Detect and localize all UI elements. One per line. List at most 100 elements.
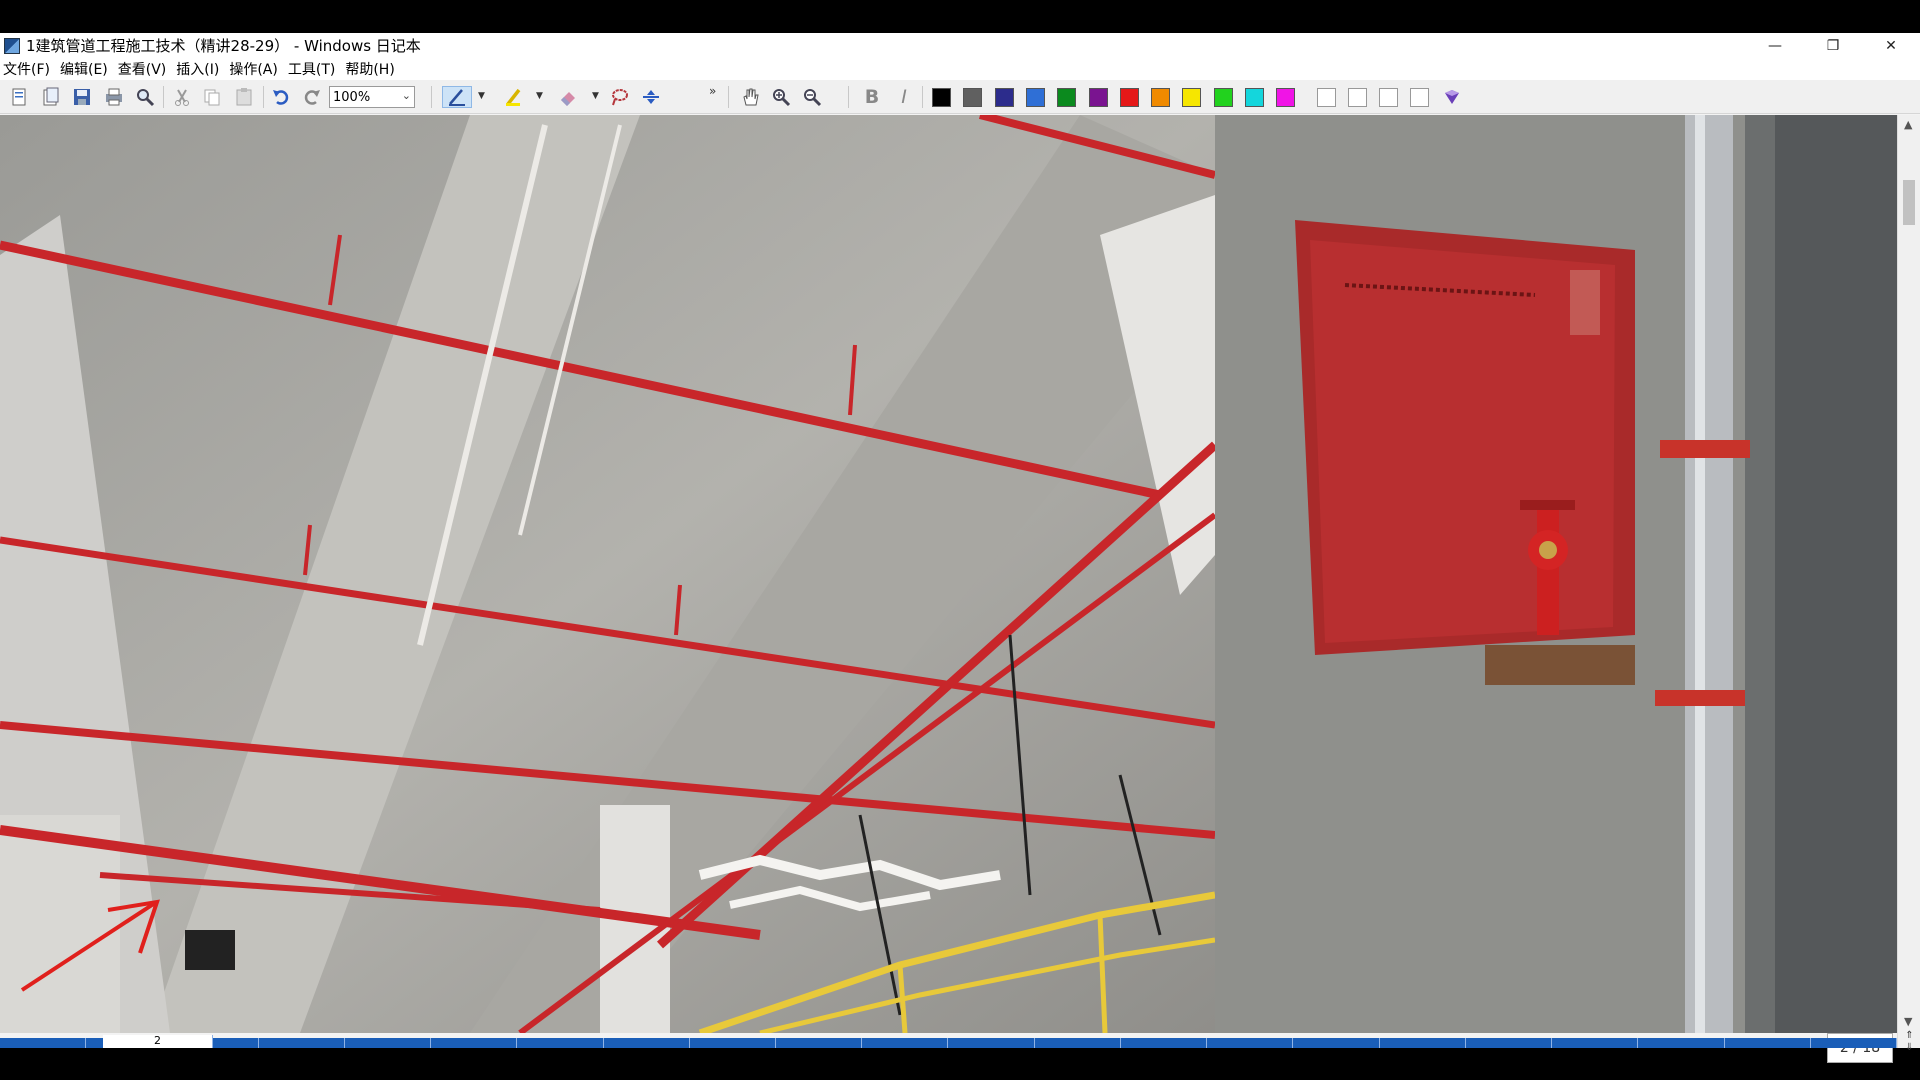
print-icon: [106, 88, 122, 106]
eraser-button[interactable]: [556, 86, 580, 108]
previous-page-icon[interactable]: ⇑: [1902, 1030, 1917, 1042]
page-tab[interactable]: [862, 1038, 949, 1048]
menu-edit[interactable]: 编辑(E): [57, 59, 115, 79]
custom-color-slot[interactable]: [1317, 88, 1336, 107]
hand-button[interactable]: [738, 86, 762, 108]
journal-page[interactable]: [0, 115, 1897, 1033]
highlighter-icon: [506, 88, 521, 106]
pen-dropdown-icon[interactable]: ▼: [478, 91, 486, 101]
pen-button[interactable]: [442, 86, 472, 108]
page-tab[interactable]: [431, 1038, 518, 1048]
page-tab[interactable]: [259, 1038, 345, 1048]
zoom-in-button[interactable]: [769, 86, 793, 108]
custom-color-slot[interactable]: [1348, 88, 1367, 107]
scroll-thumb[interactable]: [1903, 180, 1915, 225]
toolbar: 100% ⌄ ▼ ▼ ▼ » B I: [0, 80, 1920, 114]
color-swatch[interactable]: [1025, 88, 1045, 107]
scroll-up-icon[interactable]: ▲: [1904, 118, 1912, 131]
page-tab[interactable]: [1293, 1038, 1380, 1048]
title-bar[interactable]: 1建筑管道工程施工技术（精讲28-29） - Windows 日记本 — ❐ ✕: [0, 33, 1920, 58]
page-tab[interactable]: [1035, 1038, 1121, 1048]
color-swatch[interactable]: [1057, 88, 1077, 107]
menu-insert[interactable]: 插入(I): [173, 59, 226, 79]
page-tab[interactable]: [604, 1038, 690, 1048]
color-swatch[interactable]: [932, 88, 951, 107]
scroll-down-icon[interactable]: ▼: [1904, 1015, 1912, 1028]
page-tab[interactable]: [345, 1038, 432, 1048]
page-tab[interactable]: [1380, 1038, 1466, 1048]
next-page-icon[interactable]: ⇓: [1902, 1042, 1917, 1054]
restore-button[interactable]: ❐: [1804, 33, 1862, 58]
color-swatch[interactable]: [1213, 88, 1233, 107]
menu-tools[interactable]: 工具(T): [285, 59, 342, 79]
new-page-button[interactable]: [7, 86, 31, 108]
app-root: 1建筑管道工程施工技术（精讲28-29） - Windows 日记本 — ❐ ✕…: [0, 0, 1920, 1080]
ceiling-pipes-photo: [0, 115, 1215, 1033]
undo-button[interactable]: [269, 86, 293, 108]
eraser-dropdown-icon[interactable]: ▼: [592, 91, 600, 101]
save-button[interactable]: [70, 86, 94, 108]
cut-button[interactable]: [170, 86, 194, 108]
page-tab[interactable]: [690, 1038, 777, 1048]
vertical-scrollbar[interactable]: ▲ ▼ ⇑ ⇓: [1897, 115, 1920, 1053]
page-tab[interactable]: [1207, 1038, 1294, 1048]
redo-button[interactable]: [300, 86, 324, 108]
color-swatch[interactable]: [1088, 88, 1108, 107]
menu-view[interactable]: 查看(V): [115, 59, 174, 79]
journal-app-icon: [4, 37, 20, 54]
save-icon: [74, 89, 90, 105]
print-button[interactable]: [102, 86, 126, 108]
zoom-out-button[interactable]: [800, 86, 824, 108]
color-swatch[interactable]: [994, 88, 1014, 107]
custom-color-slot[interactable]: [1379, 88, 1398, 107]
page-tab[interactable]: [1552, 1038, 1639, 1048]
color-swatch[interactable]: [1276, 88, 1296, 107]
lasso-button[interactable]: [608, 86, 632, 108]
color-swatch[interactable]: [1151, 88, 1171, 107]
custom-color-slot[interactable]: [1410, 88, 1429, 107]
color-swatch[interactable]: [1245, 88, 1264, 107]
toolbar-separator: [263, 86, 264, 108]
menu-help[interactable]: 帮助(H): [342, 59, 401, 79]
color-swatch[interactable]: [963, 88, 983, 107]
chevron-down-icon: ⌄: [401, 89, 411, 102]
pen-settings-button[interactable]: [1440, 86, 1464, 108]
eraser-icon: [561, 92, 575, 106]
copy-button[interactable]: [200, 86, 224, 108]
minimize-button[interactable]: —: [1746, 33, 1804, 58]
menu-file[interactable]: 文件(F): [0, 59, 57, 79]
zoom-select[interactable]: 100% ⌄: [329, 86, 415, 108]
paste-icon: [236, 88, 252, 106]
highlighter-button[interactable]: [502, 86, 526, 108]
color-swatch[interactable]: [1182, 88, 1202, 107]
italic-button[interactable]: I: [892, 86, 916, 108]
page-tab[interactable]: [776, 1038, 863, 1048]
page-tab-bar: 2: [0, 1035, 1897, 1048]
template-icon: [43, 87, 59, 106]
bold-button[interactable]: B: [860, 86, 884, 108]
template-button[interactable]: [39, 86, 63, 108]
color-swatch[interactable]: [1119, 88, 1139, 107]
page-tab[interactable]: [517, 1038, 604, 1048]
window-controls: — ❐ ✕: [1746, 33, 1920, 58]
page-tab[interactable]: [1121, 1038, 1208, 1048]
page-tab[interactable]: [172, 1038, 259, 1048]
page-tab[interactable]: [1638, 1038, 1725, 1048]
page-tab[interactable]: [949, 1038, 1035, 1048]
page-tab[interactable]: [1466, 1038, 1553, 1048]
journal-window: 1建筑管道工程施工技术（精讲28-29） - Windows 日记本 — ❐ ✕…: [0, 33, 1920, 1063]
close-button[interactable]: ✕: [1862, 33, 1920, 58]
search-button[interactable]: [133, 86, 157, 108]
menu-bar: 文件(F) 编辑(E) 查看(V) 插入(I) 操作(A) 工具(T) 帮助(H…: [0, 58, 1920, 80]
page-tab[interactable]: [1725, 1038, 1811, 1048]
search-icon: [137, 89, 155, 107]
highlighter-dropdown-icon[interactable]: ▼: [536, 91, 544, 101]
page-tab[interactable]: [1811, 1038, 1897, 1048]
toolbar-separator: [728, 86, 729, 108]
page-tab[interactable]: [0, 1038, 87, 1048]
menu-actions[interactable]: 操作(A): [226, 59, 285, 79]
cut-icon: [175, 89, 189, 106]
insert-space-button[interactable]: [639, 86, 663, 108]
toolbar-overflow-button[interactable]: »: [709, 84, 717, 98]
paste-button[interactable]: [232, 86, 256, 108]
